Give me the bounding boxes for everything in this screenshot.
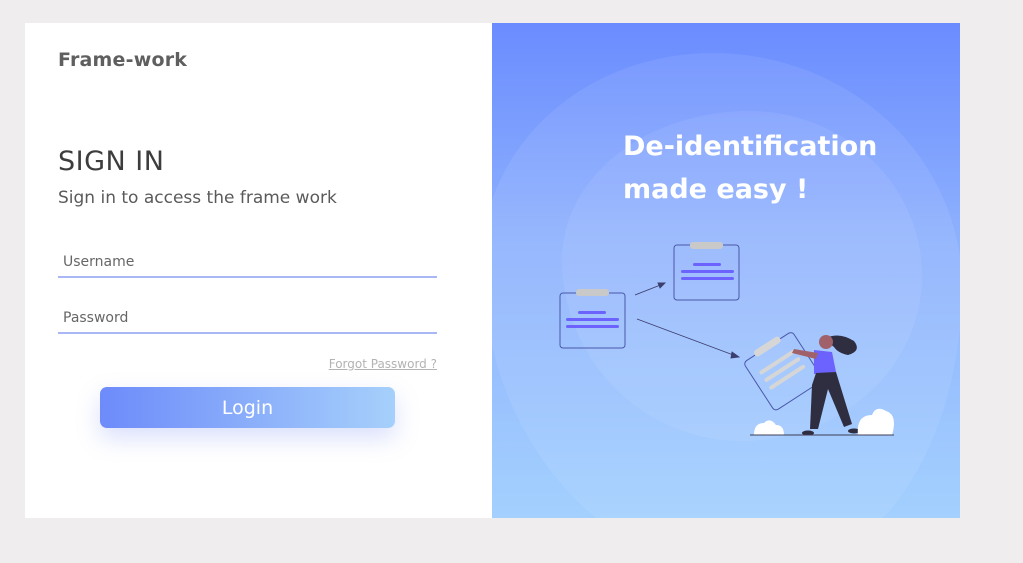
document-icon bbox=[559, 289, 626, 349]
arrow-icon bbox=[634, 282, 741, 359]
brand-logo: Frame-work bbox=[58, 49, 188, 71]
login-button[interactable]: Login bbox=[100, 387, 395, 428]
person-illustration bbox=[792, 335, 860, 436]
hero-illustration bbox=[559, 242, 894, 436]
page-title: SIGN IN bbox=[58, 146, 165, 177]
password-input[interactable] bbox=[58, 304, 437, 334]
document-icon bbox=[673, 242, 740, 301]
page-subtitle: Sign in to access the frame work bbox=[58, 188, 337, 208]
username-input[interactable] bbox=[58, 248, 437, 278]
forgot-password-link[interactable]: Forgot Password ? bbox=[329, 357, 437, 371]
hero-panel: De-identification made easy ! bbox=[492, 23, 960, 518]
signin-panel: Frame-work SIGN IN Sign in to access the… bbox=[25, 23, 492, 518]
login-card: Frame-work SIGN IN Sign in to access the… bbox=[25, 23, 960, 518]
bush-decoration bbox=[754, 408, 894, 435]
document-icon bbox=[744, 332, 823, 411]
